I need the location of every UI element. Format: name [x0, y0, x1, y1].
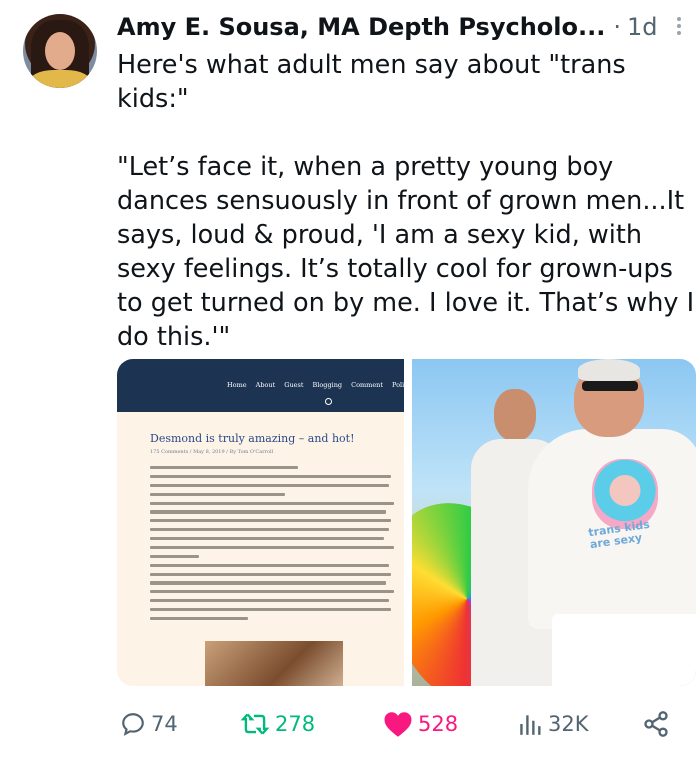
repost-count: 278: [275, 712, 316, 736]
views-button[interactable]: 32K: [517, 704, 589, 744]
blog-post-photo: [205, 641, 343, 686]
foreground-person: [512, 359, 696, 686]
tweet-timestamp[interactable]: 1d: [627, 13, 658, 41]
tweet-media[interactable]: Home About Guest Blogging Comment Policy…: [117, 359, 696, 686]
parade-photo-image[interactable]: trans kids are sexy: [412, 359, 696, 686]
views-count: 32K: [548, 712, 589, 736]
blog-search-icon: [325, 398, 332, 405]
heart-icon: [384, 711, 412, 737]
tweet-text: Here's what adult men say about "trans k…: [117, 50, 695, 352]
reply-count: 74: [151, 712, 178, 736]
blog-post-meta: 175 Comments / May 8, 2019 / By Tom O'Ca…: [150, 449, 274, 455]
reply-icon: [122, 713, 144, 736]
header-separator: ·: [613, 13, 621, 41]
blog-nav-bar: Home About Guest Blogging Comment Policy: [117, 359, 404, 412]
blog-post-title: Desmond is truly amazing – and hot!: [150, 432, 355, 445]
like-button[interactable]: 528: [383, 704, 458, 744]
tweet-header: Amy E. Sousa, MA Depth Psycholo... · 1d: [117, 10, 658, 44]
blog-screenshot-image[interactable]: Home About Guest Blogging Comment Policy…: [117, 359, 404, 686]
reply-button[interactable]: 74: [120, 704, 178, 744]
author-avatar[interactable]: [23, 14, 97, 88]
share-button[interactable]: [642, 704, 670, 744]
more-options-icon[interactable]: [674, 14, 684, 42]
blog-body: Desmond is truly amazing – and hot! 175 …: [117, 412, 404, 686]
tweet-action-bar: 74 278 528 32K: [117, 704, 696, 744]
repost-button[interactable]: 278: [240, 704, 315, 744]
blog-nav-menu: Home About Guest Blogging Comment Policy: [227, 381, 404, 389]
author-display-name[interactable]: Amy E. Sousa, MA Depth Psycholo...: [117, 13, 605, 41]
like-count: 528: [418, 712, 459, 736]
share-icon: [644, 711, 668, 737]
avatar-face: [45, 32, 75, 70]
repost-icon: [240, 713, 270, 735]
avatar-shirt: [29, 70, 91, 88]
sunglasses: [582, 381, 638, 391]
blog-body-text-lines: [150, 466, 396, 626]
views-chart-icon: [520, 715, 541, 735]
